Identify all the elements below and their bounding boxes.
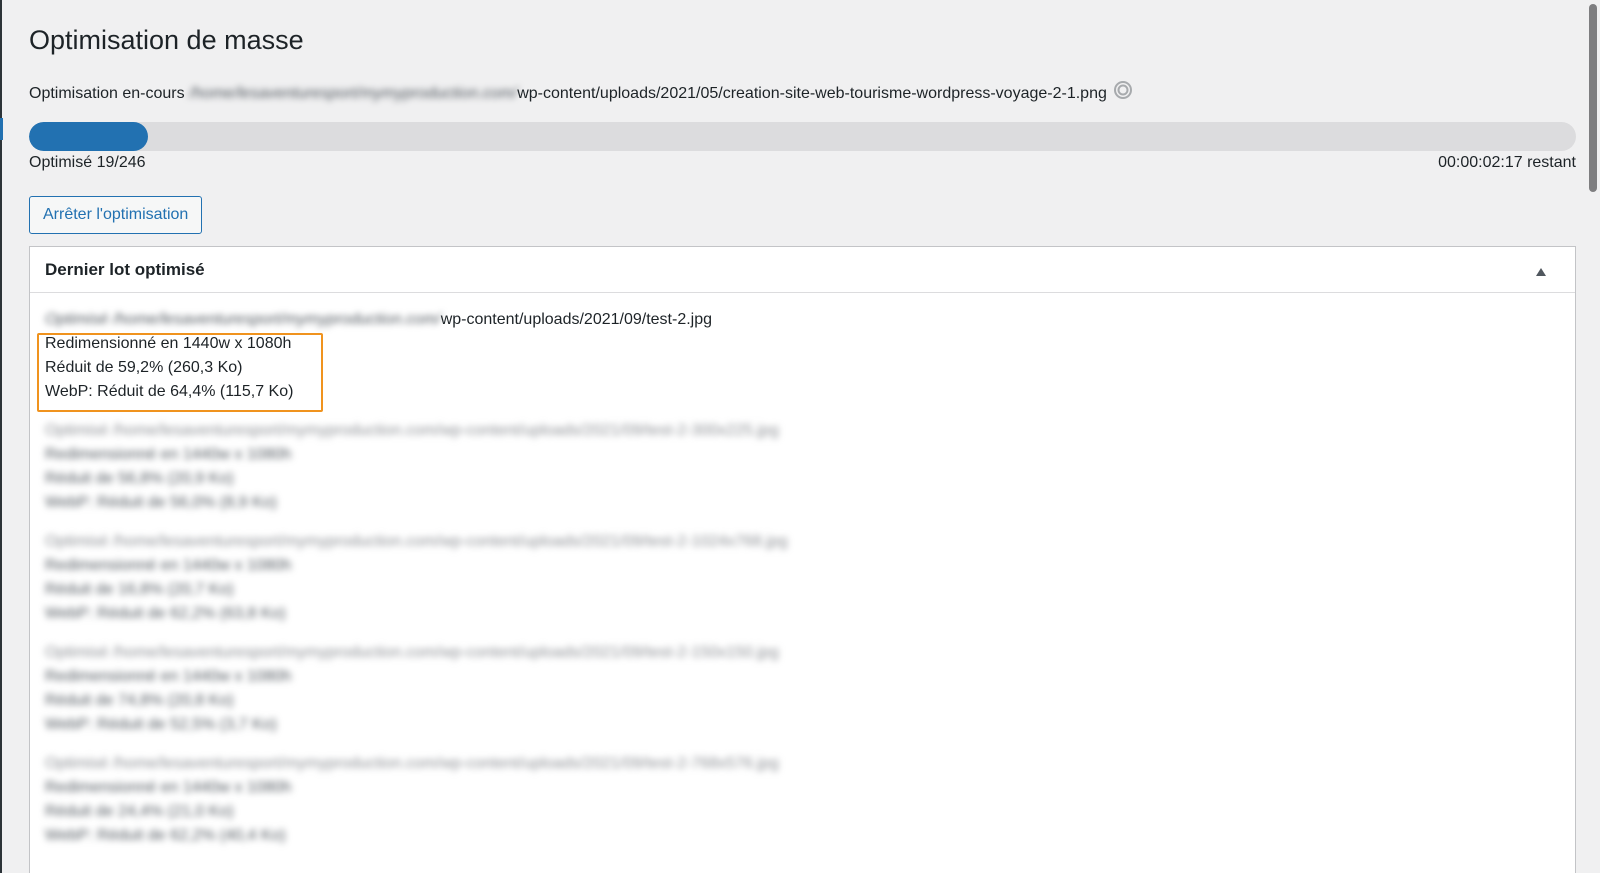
optimized-count: Optimisé 19/246 xyxy=(29,154,146,171)
batch-entry: Optimisé /home/lesaventuresport/mymyprod… xyxy=(45,752,1545,848)
entry-path-hidden: Optimisé /home/lesaventuresport/mymyprod… xyxy=(45,311,441,328)
entry-resize: Redimensionné en 1440w x 1080h xyxy=(45,668,292,685)
scrollbar[interactable] xyxy=(1586,0,1600,873)
batch-entry: Optimisé /home/lesaventuresport/mymyprod… xyxy=(45,641,1545,737)
progress-status: Optimisation en-cours /home/lesaventures… xyxy=(29,81,1133,104)
entry-webp: WebP: Réduit de 62,2% (40,4 Ko) xyxy=(45,827,286,844)
entry-webp: WebP: Réduit de 64,4% (115,7 Ko) xyxy=(45,383,294,400)
progress-bar-fill xyxy=(29,122,149,151)
entry-reduction: Réduit de 59,2% (260,3 Ko) xyxy=(45,359,243,376)
bulk-optimization-page: Optimisation de masse Optimisation en-co… xyxy=(0,0,1600,873)
entry-path: Optimisé /home/lesaventuresport/mymyprod… xyxy=(45,644,779,661)
progress-prefix: Optimisation en-cours xyxy=(29,85,185,102)
page-title: Optimisation de masse xyxy=(29,25,304,55)
progress-bar xyxy=(29,122,1576,151)
entry-resize: Redimensionné en 1440w x 1080h xyxy=(45,779,292,796)
entry-webp: WebP: Réduit de 52,5% (3,7 Ko) xyxy=(45,716,277,733)
admin-sidebar-accent xyxy=(0,118,3,140)
entry-reduction: Réduit de 74,8% (20,8 Ko) xyxy=(45,692,234,709)
entry-path-visible: wp-content/uploads/2021/09/test-2.jpg xyxy=(440,311,713,328)
batch-entries: Optimisé /home/lesaventuresport/mymyprod… xyxy=(45,308,1545,863)
entry-resize: Redimensionné en 1440w x 1080h xyxy=(45,335,292,352)
spinner-icon xyxy=(1113,80,1133,100)
triangle-up-icon[interactable] xyxy=(1535,264,1547,276)
entry-path: Optimisé /home/lesaventuresport/mymyprod… xyxy=(45,533,788,550)
batch-entry: Optimisé /home/lesaventuresport/mymyprod… xyxy=(45,419,1545,515)
entry-webp: WebP: Réduit de 62,2% (63,8 Ko) xyxy=(45,605,286,622)
time-remaining: 00:00:02:17 restant xyxy=(1438,154,1576,171)
batch-entry: Optimisé /home/lesaventuresport/mymyprod… xyxy=(45,530,1545,626)
batch-entry: Optimisé /home/lesaventuresport/mymyprod… xyxy=(45,308,1545,404)
entry-reduction: Réduit de 56,8% (20,9 Ko) xyxy=(45,470,234,487)
last-batch-panel: Dernier lot optimisé Optimisé /home/lesa… xyxy=(29,246,1576,873)
entry-resize: Redimensionné en 1440w x 1080h xyxy=(45,557,292,574)
stop-optimization-button[interactable]: Arrêter l'optimisation xyxy=(29,196,203,234)
entry-path: Optimisé /home/lesaventuresport/mymyprod… xyxy=(45,755,779,772)
panel-title: Dernier lot optimisé xyxy=(45,260,205,279)
entry-reduction: Réduit de 24,4% (21,0 Ko) xyxy=(45,803,234,820)
progress-path-hidden: /home/lesaventuresport/mymyproduction.co… xyxy=(189,85,518,102)
entry-path: Optimisé /home/lesaventuresport/mymyprod… xyxy=(45,422,779,439)
entry-resize: Redimensionné en 1440w x 1080h xyxy=(45,446,292,463)
progress-path: wp-content/uploads/2021/05/creation-site… xyxy=(517,85,1107,102)
entry-path: Optimisé /home/lesaventuresport/mymyprod… xyxy=(45,308,1545,332)
scrollbar-thumb[interactable] xyxy=(1589,4,1597,192)
panel-header[interactable]: Dernier lot optimisé xyxy=(30,247,1575,293)
entry-webp: WebP: Réduit de 56,0% (8,9 Ko) xyxy=(45,494,277,511)
entry-reduction: Réduit de 16,8% (20,7 Ko) xyxy=(45,581,234,598)
